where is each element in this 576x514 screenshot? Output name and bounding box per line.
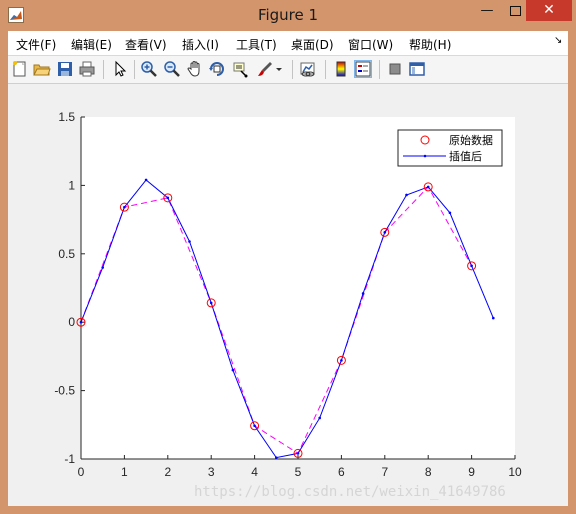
watermark-text: https://blog.csdn.net/weixin_41649786	[194, 484, 506, 500]
menu-overflow-icon[interactable]: ↘	[554, 35, 562, 46]
plot-axes[interactable]: 0 1 2 3 4 5 6 7 8 9 10 1.5 1 0.5 0 -0.5 -1 原始数据插值后	[8, 84, 568, 506]
y-tick-label: 1	[68, 178, 75, 192]
figure-canvas[interactable]: 0 1 2 3 4 5 6 7 8 9 10 1.5 1 0.5 0 -0.5 -1 原始数据插值后 https:…	[8, 84, 568, 506]
series-interp-point	[492, 316, 495, 320]
x-tick-label: 7	[381, 465, 388, 479]
x-tick-label: 8	[425, 465, 432, 479]
pointer-icon[interactable]	[110, 60, 128, 78]
open-icon[interactable]	[33, 60, 51, 78]
toolbar-separator	[134, 60, 135, 79]
menu-insert[interactable]: 插入(I)	[182, 36, 219, 53]
x-tick-label: 4	[251, 465, 258, 479]
menu-file[interactable]: 文件(F)	[16, 36, 56, 53]
toolbar-separator	[325, 60, 326, 79]
link-plot-icon[interactable]	[299, 60, 317, 78]
series-interp-point	[296, 452, 300, 455]
series-interp-point	[209, 301, 213, 305]
series-interp-point	[318, 416, 322, 420]
menu-desktop[interactable]: 桌面(D)	[291, 36, 334, 53]
brush-icon[interactable]	[256, 60, 274, 78]
new-figure-icon[interactable]	[11, 60, 29, 78]
y-tick-label: -0.5	[54, 384, 75, 398]
hide-plot-tools-icon[interactable]	[386, 60, 404, 78]
legend-label-original: 原始数据	[449, 133, 493, 147]
series-interp-point	[448, 211, 452, 215]
x-tick-label: 10	[508, 465, 522, 479]
maximize-icon	[509, 6, 521, 16]
toolbar-separator	[379, 60, 380, 79]
series-interp-point	[188, 240, 191, 243]
toolbar-separator	[103, 60, 104, 79]
x-tick-label: 9	[468, 465, 475, 479]
series-interp-point	[253, 424, 256, 428]
y-tick-label: -1	[64, 452, 75, 466]
figure-toolbar	[8, 56, 568, 84]
figure-window: Figure 1 — ✕ 文件(F) 编辑(E) 查看(V) 插入(I) 工具(…	[0, 0, 576, 514]
maximize-button[interactable]	[502, 0, 528, 21]
save-icon[interactable]	[56, 60, 74, 78]
series-interp-point	[405, 193, 408, 197]
menu-help[interactable]: 帮助(H)	[409, 36, 451, 53]
menu-edit[interactable]: 编辑(E)	[71, 36, 112, 53]
x-tick-label: 2	[164, 465, 171, 479]
x-tick-label: 3	[208, 465, 215, 479]
rotate-3d-icon[interactable]	[208, 60, 226, 78]
zoom-in-icon[interactable]	[140, 60, 158, 78]
close-button[interactable]: ✕	[526, 0, 572, 21]
menu-bar: 文件(F) 编辑(E) 查看(V) 插入(I) 工具(T) 桌面(D) 窗口(W…	[8, 31, 568, 56]
title-bar[interactable]: Figure 1 — ✕	[0, 0, 576, 31]
series-interp-point	[426, 185, 430, 189]
brush-dropdown-icon[interactable]	[274, 60, 284, 78]
data-cursor-icon[interactable]	[232, 60, 250, 78]
show-plot-tools-icon[interactable]	[408, 60, 426, 78]
zoom-out-icon[interactable]	[163, 60, 181, 78]
y-tick-label: 0	[68, 315, 75, 329]
x-tick-label: 1	[121, 465, 128, 479]
series-interp-point	[340, 359, 343, 362]
y-tick-label: 1.5	[58, 110, 75, 124]
legend-label-interp: 插值后	[449, 149, 482, 163]
menu-window[interactable]: 窗口(W)	[348, 36, 393, 53]
x-tick-label: 5	[295, 465, 302, 479]
print-icon[interactable]	[78, 60, 96, 78]
series-interp-point	[101, 266, 104, 269]
series-interp-point	[361, 292, 365, 295]
series-interp-point	[144, 178, 148, 182]
x-tick-label: 0	[78, 465, 85, 479]
plot-background	[81, 117, 515, 459]
minimize-button[interactable]: —	[474, 0, 500, 21]
y-tick-label: 0.5	[58, 247, 75, 261]
series-interp-point	[383, 231, 387, 234]
pan-icon[interactable]	[186, 60, 204, 78]
series-interp-point	[470, 264, 473, 268]
menu-view[interactable]: 查看(V)	[125, 36, 167, 53]
colorbar-icon[interactable]	[332, 60, 350, 78]
series-interp-point	[166, 196, 170, 200]
legend-icon[interactable]	[354, 60, 372, 78]
legend-marker-interp	[423, 154, 427, 158]
series-interp-point	[275, 456, 278, 459]
series-interp-point	[231, 368, 235, 372]
menu-tools[interactable]: 工具(T)	[236, 36, 277, 53]
series-interp-point	[79, 320, 83, 324]
series-interp-point	[123, 205, 126, 209]
toolbar-separator	[292, 60, 293, 79]
x-tick-label: 6	[338, 465, 345, 479]
